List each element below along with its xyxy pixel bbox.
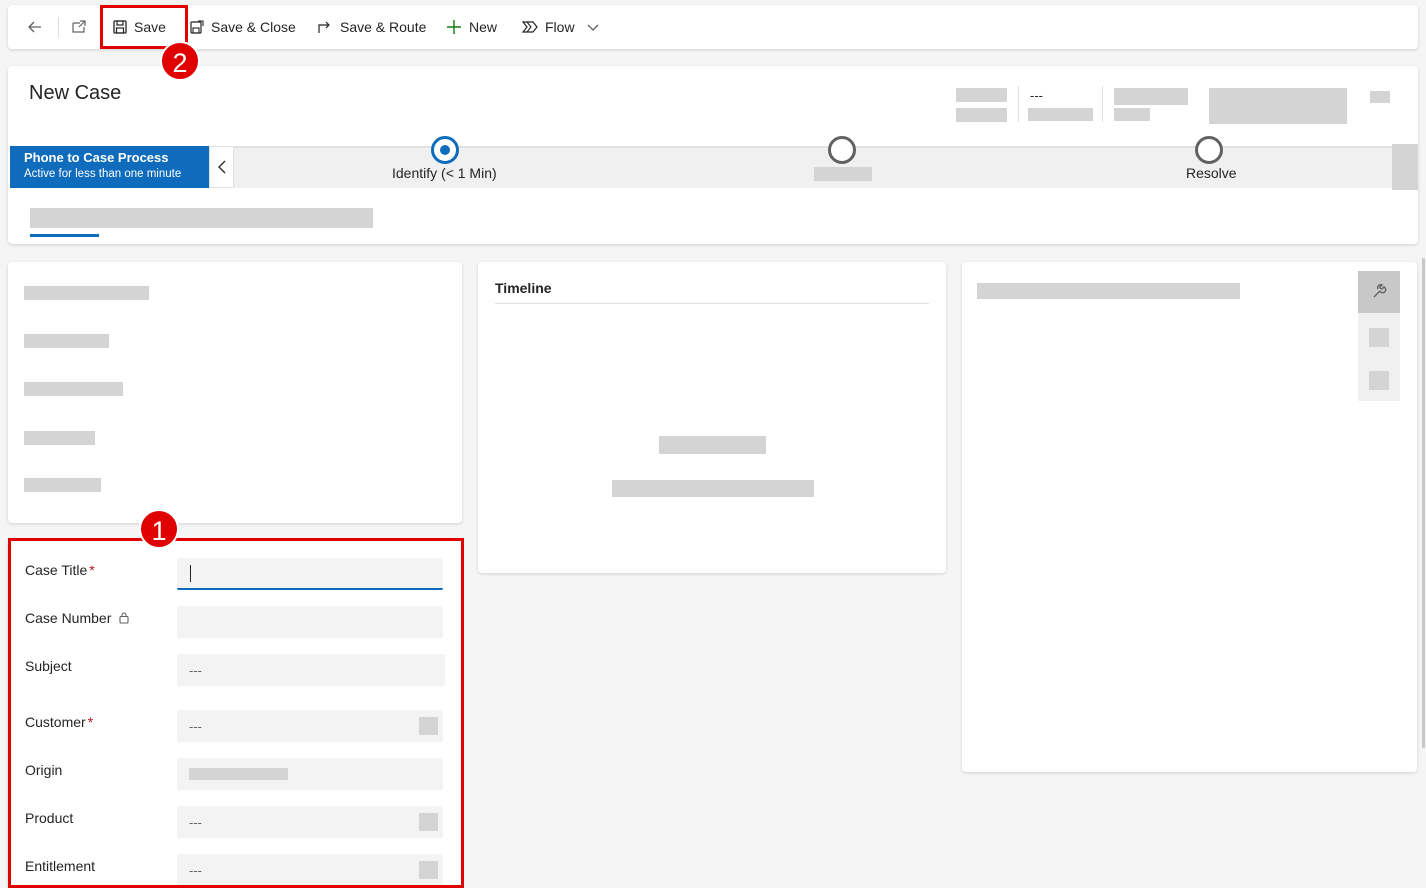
content-placeholder	[977, 283, 1240, 299]
wrench-button[interactable]	[1358, 271, 1400, 313]
save-label: Save	[134, 19, 166, 35]
page-scrollbar[interactable]	[1422, 258, 1425, 748]
wrench-icon	[1373, 284, 1387, 298]
subject-input[interactable]: ---	[177, 654, 445, 686]
header-placeholder	[1114, 88, 1188, 105]
bpf-collapse-button[interactable]	[209, 146, 234, 188]
summary-card	[8, 262, 462, 523]
active-tab-indicator	[30, 234, 99, 237]
side-toolbar	[1358, 271, 1400, 401]
origin-select[interactable]	[177, 758, 443, 790]
save-route-label: Save & Route	[340, 19, 427, 35]
process-name: Phone to Case Process	[24, 150, 169, 165]
callout-1: 1	[139, 509, 179, 549]
save-route-button[interactable]: Save & Route	[316, 5, 426, 49]
customer-label: Customer *	[25, 714, 94, 730]
customer-lookup[interactable]: ---	[177, 710, 443, 742]
open-window-icon	[72, 20, 86, 33]
save-button[interactable]: Save	[112, 5, 166, 49]
flow-button[interactable]: Flow	[521, 5, 575, 49]
timeline-card: Timeline	[478, 262, 946, 573]
lock-icon	[119, 612, 129, 624]
save-close-label: Save & Close	[211, 19, 296, 35]
content-placeholder	[24, 286, 149, 300]
callout-2: 2	[160, 41, 200, 81]
case-number-row: Case Number	[24, 606, 444, 638]
content-placeholder	[24, 478, 101, 492]
case-details-card: Case Title * Case Number Subject --- Cust…	[8, 540, 462, 888]
stage-label-placeholder	[814, 167, 872, 181]
form-header: New Case --- Phone to Case Process Activ…	[8, 66, 1418, 244]
product-row: Product ---	[24, 806, 444, 838]
stage-resolve-label[interactable]: Resolve	[1186, 165, 1237, 181]
content-placeholder	[24, 382, 123, 396]
entitlement-row: Entitlement ---	[24, 854, 444, 886]
stage-research-circle[interactable]	[828, 136, 856, 164]
content-placeholder	[24, 431, 95, 445]
origin-value-placeholder	[189, 768, 288, 780]
timeline-placeholder	[659, 436, 766, 454]
customer-search-button[interactable]	[419, 717, 438, 735]
case-number-label: Case Number	[25, 610, 130, 626]
bpf-next-button[interactable]	[1392, 144, 1418, 190]
route-icon	[318, 21, 330, 33]
subject-label: Subject	[25, 658, 72, 674]
related-card	[962, 262, 1417, 772]
new-label: New	[469, 19, 498, 35]
entitlement-search-button[interactable]	[419, 861, 438, 879]
header-placeholder	[956, 88, 1007, 102]
open-new-window-button[interactable]	[70, 5, 94, 49]
entitlement-lookup[interactable]: ---	[177, 854, 443, 886]
save-close-icon	[190, 20, 204, 34]
tab-placeholder[interactable]	[30, 208, 373, 228]
process-status: Active for less than one minute	[24, 168, 182, 180]
product-label: Product	[25, 810, 74, 826]
stage-identify-circle[interactable]	[431, 136, 459, 164]
save-close-button[interactable]: Save & Close	[189, 5, 296, 49]
product-search-button[interactable]	[419, 813, 438, 831]
timeline-placeholder	[612, 480, 814, 497]
stage-identify-label[interactable]: Identify (< 1 Min)	[392, 165, 497, 181]
arrow-left-icon	[28, 21, 41, 33]
header-placeholder	[1370, 91, 1390, 103]
case-title-label: Case Title *	[25, 562, 95, 578]
header-placeholder	[1114, 108, 1150, 121]
product-lookup[interactable]: ---	[177, 806, 443, 838]
chevron-down-icon	[587, 24, 599, 31]
content-placeholder	[24, 334, 109, 348]
customer-row: Customer * ---	[24, 710, 444, 742]
header-placeholder	[1209, 88, 1347, 124]
back-button[interactable]	[26, 5, 50, 49]
subject-row: Subject ---	[24, 654, 445, 686]
tool-placeholder[interactable]	[1369, 371, 1389, 390]
process-selector[interactable]: Phone to Case Process Active for less th…	[10, 146, 209, 188]
header-placeholder	[1028, 108, 1093, 121]
command-bar: Save Save & Close Save & Route New Flow	[8, 5, 1418, 49]
chevron-left-icon	[217, 160, 225, 174]
plus-icon	[447, 20, 461, 34]
case-number-input	[177, 606, 443, 638]
case-title-row: Case Title *	[24, 558, 444, 590]
business-process-flow: Phone to Case Process Active for less th…	[10, 136, 1418, 190]
header-field-value: ---	[1030, 88, 1043, 103]
flow-dropdown-button[interactable]	[586, 5, 606, 49]
flow-icon	[521, 21, 538, 33]
save-icon	[113, 20, 127, 34]
case-title-input[interactable]	[177, 558, 443, 590]
stage-resolve-circle[interactable]	[1195, 136, 1223, 164]
entitlement-label: Entitlement	[25, 858, 96, 874]
origin-row: Origin	[24, 758, 444, 790]
header-placeholder	[956, 108, 1007, 122]
flow-label: Flow	[545, 19, 575, 35]
new-button[interactable]: New	[445, 5, 497, 49]
page-title: New Case	[29, 82, 122, 104]
origin-label: Origin	[25, 762, 63, 778]
tool-placeholder[interactable]	[1369, 328, 1389, 347]
timeline-title: Timeline	[495, 280, 552, 296]
